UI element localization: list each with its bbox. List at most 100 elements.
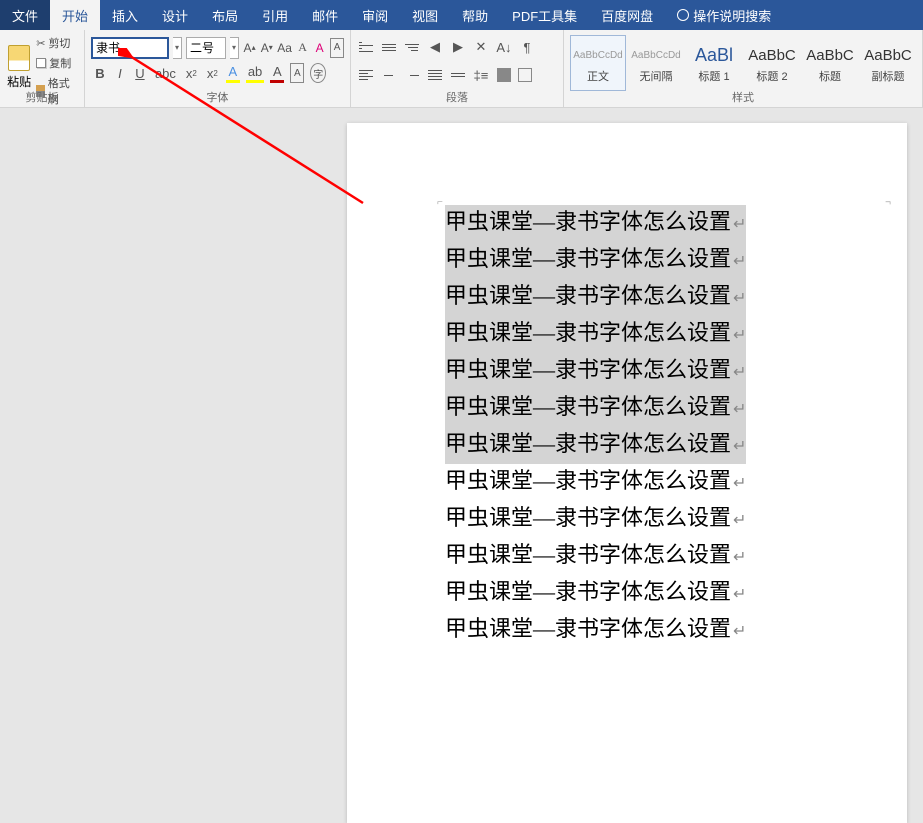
borders-button[interactable]: [518, 68, 532, 82]
italic-button[interactable]: I: [113, 63, 127, 83]
show-marks-button[interactable]: ¶: [518, 37, 536, 57]
subscript-button[interactable]: x2: [184, 63, 199, 83]
styles-gallery: AaBbCcDd 正文 AaBbCcDd 无间隔 AaBl 标题 1 AaBbC…: [570, 32, 916, 92]
scissors-icon: ✂: [36, 37, 45, 50]
doc-line[interactable]: 甲虫课堂—隶书字体怎么设置↵: [445, 205, 746, 242]
align-right-button[interactable]: [403, 65, 421, 85]
doc-line[interactable]: 甲虫课堂—隶书字体怎么设置↵: [445, 427, 746, 464]
change-case-button[interactable]: Aa: [277, 38, 292, 58]
doc-line[interactable]: 甲虫课堂—隶书字体怎么设置↵: [445, 390, 746, 427]
cut-label: 剪切: [48, 35, 70, 51]
font-name-input[interactable]: [91, 37, 169, 59]
strikethrough-button[interactable]: abc: [153, 63, 178, 83]
font-color-button[interactable]: A: [270, 63, 284, 83]
tab-insert[interactable]: 插入: [100, 0, 150, 30]
return-mark-icon: ↵: [733, 549, 746, 566]
font-size-input[interactable]: [186, 37, 226, 59]
tab-references[interactable]: 引用: [250, 0, 300, 30]
return-mark-icon: ↵: [733, 290, 746, 307]
lightbulb-icon: [677, 9, 689, 21]
align-center-button[interactable]: [380, 65, 398, 85]
justify-button[interactable]: [426, 65, 444, 85]
doc-line[interactable]: 甲虫课堂—隶书字体怎么设置↵: [445, 505, 746, 530]
sort-button[interactable]: A↓: [495, 37, 513, 57]
style-preview: AaBbCcDd: [573, 42, 622, 68]
tab-design[interactable]: 设计: [150, 0, 200, 30]
margin-mark-tl: ⌐: [437, 197, 443, 208]
tab-review[interactable]: 审阅: [350, 0, 400, 30]
grow-font-button[interactable]: A▴: [243, 38, 256, 58]
style-preview: AaBbC: [806, 42, 854, 68]
return-mark-icon: ↵: [733, 216, 746, 233]
distributed-button[interactable]: [449, 65, 467, 85]
document-content[interactable]: 甲虫课堂—隶书字体怎么设置↵甲虫课堂—隶书字体怎么设置↵甲虫课堂—隶书字体怎么设…: [445, 205, 887, 649]
doc-line[interactable]: 甲虫课堂—隶书字体怎么设置↵: [445, 279, 746, 316]
page: ⌐ ¬ 甲虫课堂—隶书字体怎么设置↵甲虫课堂—隶书字体怎么设置↵甲虫课堂—隶书字…: [347, 123, 907, 823]
decrease-indent-button[interactable]: ◀: [426, 37, 444, 57]
paste-button[interactable]: 粘贴: [6, 32, 32, 92]
clear-format-button[interactable]: A: [313, 38, 326, 58]
doc-line[interactable]: 甲虫课堂—隶书字体怎么设置↵: [445, 579, 746, 604]
phonetic-button[interactable]: A: [296, 38, 309, 58]
font-size-dropdown[interactable]: ▾: [230, 37, 239, 59]
tab-home[interactable]: 开始: [50, 0, 100, 30]
enclose-char-button[interactable]: 字: [310, 63, 326, 83]
bullets-button[interactable]: [357, 37, 375, 57]
text-effects-button[interactable]: A: [226, 63, 240, 83]
style-name: 标题 1: [698, 68, 729, 84]
clipboard-group-label: 剪贴板: [0, 89, 84, 105]
shrink-font-button[interactable]: A▾: [260, 38, 273, 58]
style-subtitle[interactable]: AaBbC 副标题: [860, 35, 916, 91]
style-preview: AaBbC: [748, 42, 796, 68]
highlight-button[interactable]: ab: [246, 63, 264, 83]
doc-line[interactable]: 甲虫课堂—隶书字体怎么设置↵: [445, 468, 746, 493]
bold-button[interactable]: B: [93, 63, 107, 83]
superscript-button[interactable]: x2: [205, 63, 220, 83]
group-styles: AaBbCcDd 正文 AaBbCcDd 无间隔 AaBl 标题 1 AaBbC…: [564, 30, 923, 107]
tab-layout[interactable]: 布局: [200, 0, 250, 30]
doc-line[interactable]: 甲虫课堂—隶书字体怎么设置↵: [445, 616, 746, 641]
return-mark-icon: ↵: [733, 623, 746, 640]
style-heading1[interactable]: AaBl 标题 1: [686, 35, 742, 91]
return-mark-icon: ↵: [733, 438, 746, 455]
doc-line[interactable]: 甲虫课堂—隶书字体怎么设置↵: [445, 316, 746, 353]
tab-tellme[interactable]: 操作说明搜索: [665, 0, 783, 30]
paragraph-group-label: 段落: [351, 89, 563, 105]
style-title[interactable]: AaBbC 标题: [802, 35, 858, 91]
copy-button[interactable]: 复制: [34, 54, 78, 72]
doc-line[interactable]: 甲虫课堂—隶书字体怎么设置↵: [445, 242, 746, 279]
return-mark-icon: ↵: [733, 364, 746, 381]
style-name: 标题 2: [756, 68, 787, 84]
char-border-button[interactable]: A: [330, 38, 344, 58]
tab-file[interactable]: 文件: [0, 0, 50, 30]
styles-group-label: 样式: [564, 89, 922, 105]
tab-mailings[interactable]: 邮件: [300, 0, 350, 30]
paste-label: 粘贴: [7, 73, 31, 90]
asian-layout-button[interactable]: ✕: [472, 37, 490, 57]
document-area[interactable]: ⌐ ¬ 甲虫课堂—隶书字体怎么设置↵甲虫课堂—隶书字体怎么设置↵甲虫课堂—隶书字…: [0, 108, 923, 589]
doc-line[interactable]: 甲虫课堂—隶书字体怎么设置↵: [445, 353, 746, 390]
tab-pdf[interactable]: PDF工具集: [500, 0, 589, 30]
line-spacing-button[interactable]: ‡≡: [472, 65, 490, 85]
shading-button[interactable]: [495, 65, 513, 85]
style-normal[interactable]: AaBbCcDd 正文: [570, 35, 626, 91]
doc-line[interactable]: 甲虫课堂—隶书字体怎么设置↵: [445, 542, 746, 567]
tab-view[interactable]: 视图: [400, 0, 450, 30]
style-name: 副标题: [872, 68, 905, 84]
return-mark-icon: ↵: [733, 253, 746, 270]
cut-button[interactable]: ✂ 剪切: [34, 34, 78, 52]
tab-baidu[interactable]: 百度网盘: [589, 0, 665, 30]
style-nospace[interactable]: AaBbCcDd 无间隔: [628, 35, 684, 91]
increase-indent-button[interactable]: ▶: [449, 37, 467, 57]
font-name-dropdown[interactable]: ▾: [173, 37, 182, 59]
char-shading-button[interactable]: A: [290, 63, 304, 83]
multilevel-button[interactable]: [403, 37, 421, 57]
return-mark-icon: ↵: [733, 512, 746, 529]
underline-button[interactable]: U: [133, 63, 147, 83]
style-heading2[interactable]: AaBbC 标题 2: [744, 35, 800, 91]
tab-help[interactable]: 帮助: [450, 0, 500, 30]
numbering-button[interactable]: [380, 37, 398, 57]
font-group-label: 字体: [85, 89, 350, 105]
paint-bucket-icon: [497, 68, 511, 82]
align-left-button[interactable]: [357, 65, 375, 85]
